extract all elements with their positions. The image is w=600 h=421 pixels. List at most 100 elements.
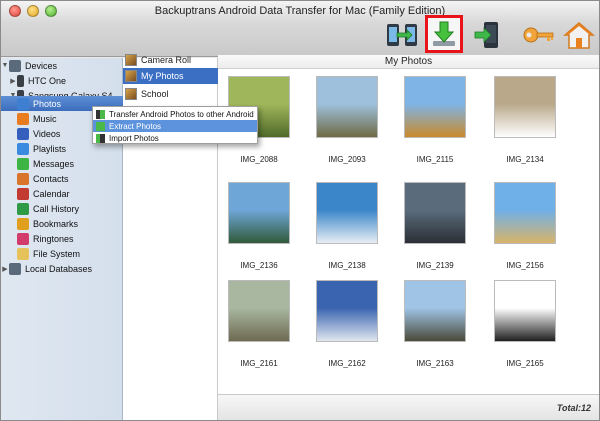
- import-icon: [96, 133, 105, 143]
- menu-item-extract-photos[interactable]: Extract Photos: [93, 120, 257, 132]
- album-thumbnail: [125, 88, 137, 100]
- photo-panel: My Photos IMG_2088 IMG_2093 IMG_2115 IMG_21…: [218, 55, 599, 420]
- sidebar-item-label: Bookmarks: [33, 218, 79, 229]
- database-icon: [9, 262, 21, 275]
- home-icon: [563, 22, 595, 49]
- album-thumbnail: [125, 54, 137, 66]
- contacts-icon: [17, 172, 29, 185]
- album-school[interactable]: School: [123, 86, 218, 102]
- devices-icon: [9, 59, 21, 72]
- key-icon: [523, 27, 554, 43]
- tree-devices[interactable]: ▼ Devices: [1, 58, 123, 73]
- album-label: My Photos: [141, 71, 184, 81]
- photo-name: IMG_2134: [506, 155, 544, 164]
- photo-thumbnail[interactable]: [228, 280, 290, 342]
- photo-name: IMG_2163: [416, 359, 454, 368]
- photo-thumbnail[interactable]: [316, 182, 378, 244]
- tree-htc-label: HTC One: [28, 75, 67, 86]
- sidebar-item-label: File System: [33, 248, 81, 259]
- register-button[interactable]: [521, 17, 557, 53]
- photo-thumbnail[interactable]: [404, 280, 466, 342]
- messages-icon: [17, 157, 29, 170]
- photo-thumbnail[interactable]: [494, 280, 556, 342]
- phones-transfer-icon: [387, 24, 417, 46]
- sidebar-item-label: Contacts: [33, 173, 69, 184]
- sidebar-item-label: Messages: [33, 158, 75, 169]
- playlists-icon: [17, 142, 29, 155]
- sidebar-item-contacts[interactable]: Contacts: [1, 171, 123, 186]
- tree-local-label: Local Databases: [25, 263, 93, 274]
- status-footer: Total:12: [218, 394, 599, 420]
- menu-item-label: Extract Photos: [109, 121, 162, 131]
- tree-local-databases[interactable]: ▶ Local Databases: [1, 261, 123, 276]
- photo-name: IMG_2162: [328, 359, 366, 368]
- home-button[interactable]: [561, 17, 597, 53]
- photo-name: IMG_2093: [328, 155, 366, 164]
- title-bar: Backuptrans Android Data Transfer for Ma…: [1, 1, 599, 57]
- photo-name: IMG_2115: [416, 155, 454, 164]
- call-history-icon: [17, 202, 29, 215]
- photo-thumbnail[interactable]: [228, 182, 290, 244]
- album-thumbnail: [125, 70, 137, 82]
- sidebar-item-bookmarks[interactable]: Bookmarks: [1, 216, 123, 231]
- menu-item-import-photos[interactable]: Import Photos: [93, 132, 257, 144]
- photo-name: IMG_2136: [240, 261, 278, 270]
- download-arrow-icon: [433, 21, 455, 46]
- sidebar-item-call-history[interactable]: Call History: [1, 201, 123, 216]
- photo-thumbnail[interactable]: [404, 76, 466, 138]
- sidebar-item-file-system[interactable]: File System: [1, 246, 123, 261]
- photo-name: IMG_2088: [240, 155, 278, 164]
- menu-item-transfer-photos[interactable]: Transfer Android Photos to other Android: [93, 108, 257, 120]
- phone-icon: [17, 74, 24, 87]
- sidebar-item-calendar[interactable]: Calendar: [1, 186, 123, 201]
- phone-import-button[interactable]: [469, 17, 505, 53]
- phone-arrow-icon: [474, 22, 498, 48]
- context-menu: Transfer Android Photos to other Android…: [92, 106, 258, 144]
- photo-thumbnail[interactable]: [494, 182, 556, 244]
- transfer-icon: [96, 109, 105, 119]
- export-button[interactable]: [425, 15, 463, 53]
- expand-triangle-icon[interactable]: ▼: [1, 62, 9, 69]
- sidebar-item-label: Playlists: [33, 143, 67, 154]
- menu-item-label: Transfer Android Photos to other Android: [109, 109, 254, 119]
- album-my-photos[interactable]: My Photos: [123, 68, 218, 84]
- sidebar-item-label: Videos: [33, 128, 61, 139]
- bookmarks-icon: [17, 217, 29, 230]
- tree-htc-one[interactable]: ▶ HTC One: [1, 73, 123, 88]
- sidebar-item-label: Photos: [33, 98, 62, 109]
- tree-devices-label: Devices: [25, 60, 58, 71]
- collapsed-triangle-icon[interactable]: ▶: [9, 77, 17, 85]
- photos-icon: [17, 97, 29, 110]
- collapsed-triangle-icon[interactable]: ▶: [1, 265, 9, 273]
- sidebar-item-messages[interactable]: Messages: [1, 156, 123, 171]
- sidebar-item-label: Music: [33, 113, 57, 124]
- sidebar-item-label: Calendar: [33, 188, 70, 199]
- photo-thumbnail[interactable]: [316, 76, 378, 138]
- window-title: Backuptrans Android Data Transfer for Ma…: [154, 5, 446, 17]
- app-window: Backuptrans Android Data Transfer for Ma…: [0, 0, 600, 421]
- videos-icon: [17, 127, 29, 140]
- total-count: Total:12: [556, 403, 591, 413]
- photo-name: IMG_2165: [506, 359, 544, 368]
- sidebar-item-label: Ringtones: [33, 233, 74, 244]
- album-label: School: [141, 89, 169, 99]
- sidebar-item-label: Call History: [33, 203, 80, 214]
- photo-name: IMG_2156: [506, 261, 544, 270]
- photo-name: IMG_2138: [328, 261, 366, 270]
- menu-item-label: Import Photos: [109, 133, 159, 143]
- photo-thumbnail[interactable]: [404, 182, 466, 244]
- transfer-button[interactable]: [384, 17, 420, 53]
- ringtones-icon: [17, 232, 29, 245]
- photo-thumbnail[interactable]: [494, 76, 556, 138]
- album-label: Camera Roll: [141, 55, 192, 65]
- photo-name: IMG_2161: [240, 359, 278, 368]
- photo-thumbnail[interactable]: [316, 280, 378, 342]
- music-icon: [17, 112, 29, 125]
- photo-name: IMG_2139: [416, 261, 454, 270]
- panel-title: My Photos: [218, 55, 599, 69]
- sidebar-item-ringtones[interactable]: Ringtones: [1, 231, 123, 246]
- album-camera-roll[interactable]: Camera Roll: [123, 52, 218, 68]
- folder-icon: [17, 247, 29, 260]
- extract-icon: [96, 121, 105, 131]
- calendar-icon: [17, 187, 29, 200]
